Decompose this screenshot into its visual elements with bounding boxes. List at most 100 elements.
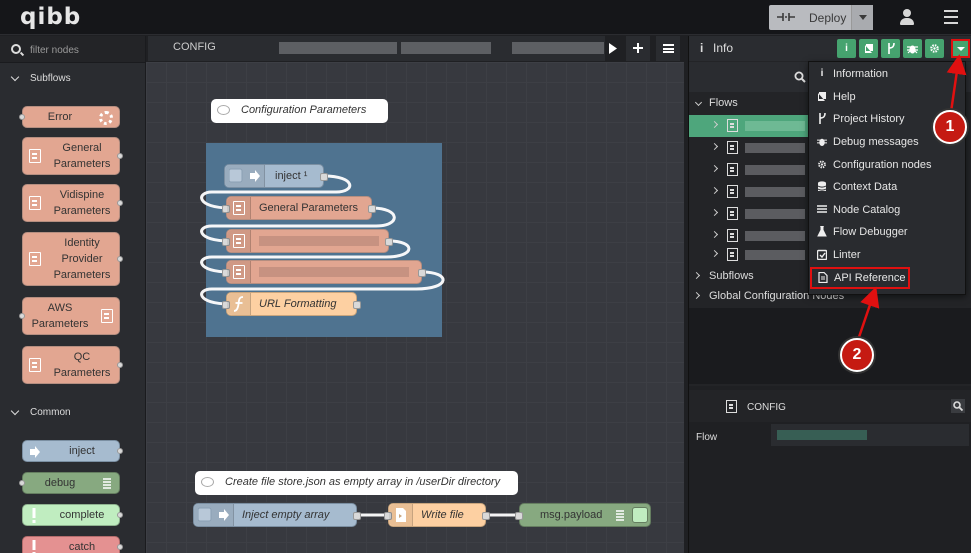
node-icon-area [227, 261, 251, 283]
category-label: Common [30, 407, 71, 418]
sidebar-dropdown-button[interactable] [951, 39, 970, 58]
sidebar-dropdown-menu: i Information Help Project History Debug… [808, 61, 966, 295]
palette-node-complete[interactable]: complete [22, 504, 123, 526]
palette-node-debug[interactable]: debug [19, 472, 120, 494]
search-icon[interactable] [951, 399, 965, 413]
palette-node-vidispine-parameters[interactable]: Vidispine Parameters [22, 184, 123, 222]
chevron-right-icon [710, 186, 719, 195]
palette-node-catch[interactable]: catch [22, 536, 123, 553]
exclamation-icon [32, 508, 36, 523]
node-label: Vidispine Parameters [53, 189, 111, 217]
tree-subflows[interactable]: Subflows [689, 266, 809, 288]
output-port [320, 173, 328, 181]
inject-empty-array-node[interactable]: Inject empty array [193, 503, 361, 527]
user-icon[interactable] [900, 9, 914, 25]
tree-flow-item[interactable] [689, 244, 809, 266]
sidebar-tab-project-history[interactable] [881, 39, 900, 58]
redacted-value [777, 430, 867, 440]
write-file-node[interactable]: Write file [384, 503, 490, 527]
menu-item-flow-debugger[interactable]: Flow Debugger [809, 221, 965, 243]
sidebar-title: Info [713, 41, 734, 55]
redacted-label [745, 231, 805, 241]
redacted-subflow-node-2[interactable] [222, 260, 426, 284]
deploy-button[interactable]: Deploy [769, 5, 873, 30]
tree-flow-item[interactable] [689, 159, 809, 181]
menu-item-label: Configuration nodes [833, 159, 932, 171]
general-parameters-node[interactable]: General Parameters [222, 196, 376, 220]
redacted-label [745, 143, 805, 153]
file-icon [818, 272, 828, 283]
palette-node-qc-parameters[interactable]: QC Parameters [22, 346, 123, 384]
tree-flow-item[interactable] [689, 137, 809, 159]
category-common[interactable]: Common [0, 402, 145, 424]
menu-item-node-catalog[interactable]: Node Catalog [809, 199, 965, 221]
menu-item-configuration-nodes[interactable]: Configuration nodes [809, 154, 965, 176]
palette-node-error[interactable]: Error [19, 106, 120, 128]
url-formatting-node[interactable]: URL Formatting [222, 292, 361, 316]
inject-button[interactable] [225, 165, 265, 187]
menu-item-context-data[interactable]: Context Data [809, 176, 965, 198]
node-icon-area [227, 230, 251, 252]
inject-square-icon [198, 507, 212, 522]
redacted-label [745, 187, 805, 197]
header-bar: qibb Deploy [0, 0, 971, 35]
palette-node-identity-provider-parameters[interactable]: Identity Provider Parameters [22, 232, 123, 286]
redacted-tab-2[interactable] [401, 42, 491, 54]
scroll-tabs-right-icon[interactable] [609, 43, 617, 54]
main-menu-icon[interactable] [944, 10, 958, 24]
node-label: Error [47, 111, 73, 123]
sidebar-tab-config[interactable] [925, 39, 944, 58]
node-palette: Subflows Error General Parameters Vidisp… [0, 36, 146, 553]
list-flows-button[interactable] [656, 36, 680, 61]
debug-toggle-button[interactable] [632, 507, 648, 523]
file-icon [396, 508, 406, 522]
output-port [353, 512, 361, 520]
sidebar-tab-debug[interactable] [903, 39, 922, 58]
menu-item-label: Context Data [833, 181, 898, 193]
inject-button[interactable] [194, 504, 234, 526]
output-port [368, 205, 376, 213]
tree-flow-item[interactable] [689, 203, 809, 225]
function-icon [233, 296, 244, 312]
sidebar-tab-help[interactable] [859, 39, 878, 58]
deploy-options-caret[interactable] [851, 5, 873, 30]
palette-node-aws-parameters[interactable]: AWS Parameters [19, 297, 120, 335]
info-icon: i [700, 41, 704, 55]
comment-node-create-file[interactable]: Create file store.json as empty array in… [195, 471, 518, 495]
workspace-tab-bar: CONFIG [146, 36, 684, 61]
redacted-subflow-node-1[interactable] [222, 229, 393, 253]
add-flow-button[interactable] [626, 36, 650, 61]
menu-item-linter[interactable]: Linter [809, 244, 965, 266]
subflow-icon [29, 196, 41, 210]
properties-header: CONFIG [689, 390, 971, 422]
category-subflows[interactable]: Subflows [0, 68, 145, 90]
redacted-tab-3[interactable] [512, 42, 604, 54]
inject-square-icon [229, 168, 243, 183]
msg-payload-debug-node[interactable]: msg.payload [515, 503, 651, 527]
chevron-right-icon [710, 230, 719, 239]
tree-flow-item-selected[interactable] [689, 115, 809, 137]
redacted-tab-1[interactable] [279, 42, 397, 54]
database-icon [817, 181, 827, 191]
palette-node-general-parameters[interactable]: General Parameters [22, 137, 123, 175]
flow-canvas[interactable]: Configuration Parameters inject ¹ Genera… [146, 62, 684, 553]
tree-flow-item[interactable] [689, 181, 809, 203]
inject-node[interactable]: inject ¹ [224, 164, 328, 188]
comment-text: Create file store.json as empty array in… [225, 476, 501, 488]
tree-flows[interactable]: Flows [689, 93, 809, 115]
flow-icon [727, 207, 738, 220]
menu-item-information[interactable]: i Information [809, 63, 965, 85]
flow-icon [727, 229, 738, 242]
menu-item-api-reference[interactable]: API Reference [810, 267, 910, 289]
search-icon[interactable] [794, 71, 806, 83]
chevron-down-icon [10, 406, 20, 416]
filter-nodes-input[interactable] [30, 41, 140, 59]
output-port [117, 362, 123, 368]
node-icon-area [389, 504, 413, 526]
menu-item-help[interactable]: Help [809, 86, 965, 108]
subflow-icon [29, 358, 41, 372]
chevron-right-icon [710, 142, 719, 151]
palette-node-inject[interactable]: inject [22, 440, 123, 462]
node-label: Write file [421, 509, 464, 521]
sidebar-tab-info[interactable]: i [837, 39, 856, 58]
